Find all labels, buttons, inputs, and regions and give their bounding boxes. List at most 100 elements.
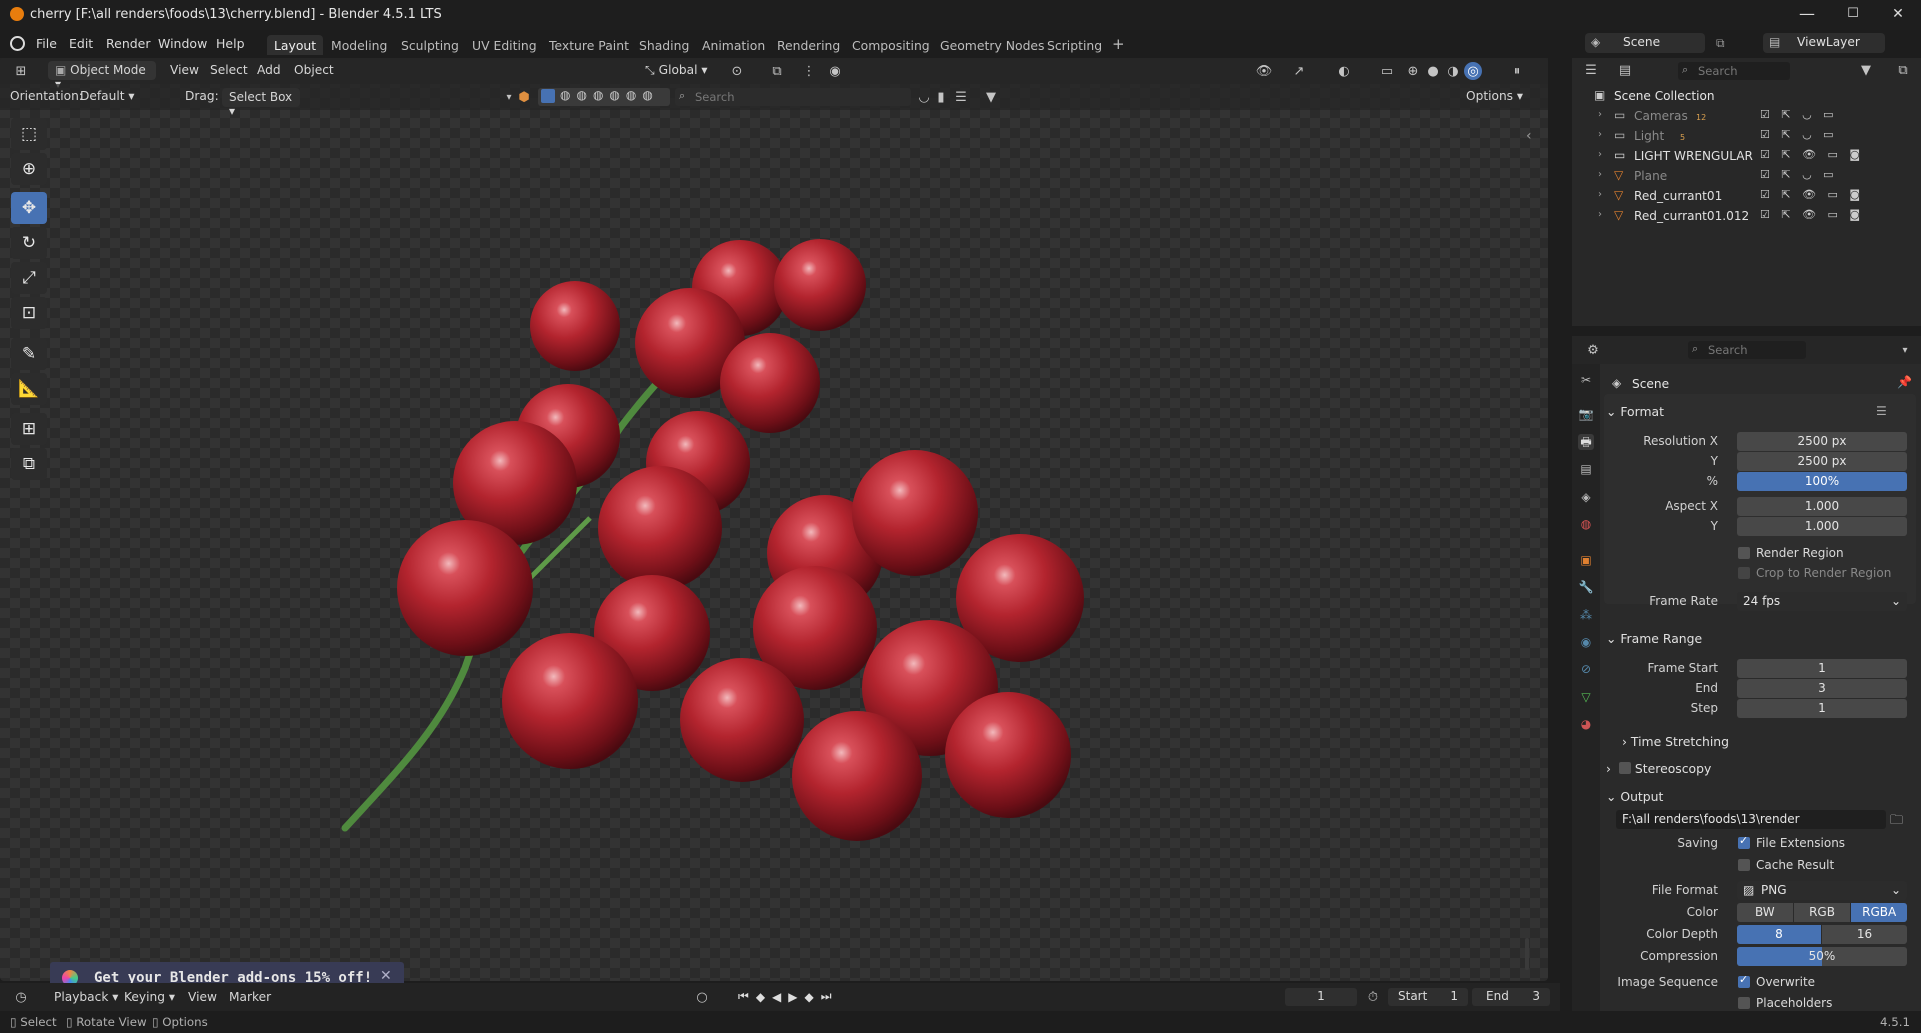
data-tab-icon[interactable]: ▽ bbox=[1578, 689, 1594, 705]
output-tab-icon[interactable]: 🖶 bbox=[1578, 434, 1594, 450]
stereoscopy-checkbox[interactable] bbox=[1618, 762, 1631, 774]
modifier-tab-icon[interactable]: 🔧 bbox=[1578, 579, 1594, 595]
frame-rate-dropdown[interactable]: 24 fps ⌄ bbox=[1737, 592, 1907, 611]
placeholders-checkbox[interactable] bbox=[1738, 997, 1750, 1009]
start-frame-field[interactable]: Start 1 bbox=[1388, 988, 1468, 1006]
compression-slider[interactable]: 50% bbox=[1737, 947, 1907, 966]
maximize-icon[interactable]: ☐ bbox=[1830, 6, 1876, 21]
add-workspace-button[interactable]: + bbox=[1105, 32, 1132, 53]
overwrite-checkbox[interactable] bbox=[1738, 973, 1750, 988]
pin-icon[interactable]: 📌 bbox=[1897, 375, 1912, 389]
jump-end-icon[interactable]: ⏭ bbox=[821, 989, 832, 1004]
menu-timeline-view[interactable]: View bbox=[188, 990, 217, 1004]
output-path-field[interactable]: F:\all renders\foods\13\render bbox=[1616, 810, 1886, 829]
row-toggle-icons[interactable]: ☑ ⇱ ◡ ▭ bbox=[1760, 168, 1838, 181]
object-tab-icon[interactable]: ▣ bbox=[1578, 552, 1594, 568]
tab-sculpting[interactable]: Sculpting bbox=[394, 35, 466, 55]
pause-render-icon[interactable]: ⏸ bbox=[1508, 62, 1526, 80]
select-box-tool[interactable]: ⬚ bbox=[11, 118, 47, 150]
menu-add[interactable]: Add bbox=[257, 63, 281, 77]
expand-arrow-icon[interactable]: › bbox=[1598, 109, 1602, 120]
snap-target-icon[interactable]: ⋮ bbox=[800, 62, 818, 80]
properties-options-icon[interactable]: ▾ bbox=[1896, 341, 1914, 359]
frame-step-field[interactable]: 1 bbox=[1737, 699, 1907, 718]
asset-icon[interactable]: ⬢ bbox=[515, 88, 533, 106]
row-toggle-icons[interactable]: ☑ ⇱ ◡ ▭ bbox=[1760, 108, 1838, 121]
new-collection-icon[interactable]: ⧉ bbox=[1894, 61, 1912, 79]
view-layer-selector[interactable]: ▤ ViewLayer bbox=[1763, 33, 1885, 53]
file-format-dropdown[interactable]: ▨ PNG ⌄ bbox=[1737, 881, 1907, 900]
outliner-search[interactable]: ⌕ Search bbox=[1678, 62, 1790, 80]
measure-tool[interactable]: 📐 bbox=[11, 373, 47, 405]
next-keyframe-icon[interactable]: ◆ bbox=[805, 990, 814, 1004]
frame-start-field[interactable]: 1 bbox=[1737, 659, 1907, 678]
filter-icon[interactable]: ▼ bbox=[982, 88, 1000, 106]
frame-end-field[interactable]: 3 bbox=[1737, 679, 1907, 698]
outliner-row[interactable]: › ▽ Red_currant01 ☑ ⇱ 👁 ▭ ◙ bbox=[1572, 186, 1921, 206]
bookmark-icon[interactable]: ▮ bbox=[932, 88, 950, 106]
resolution-y-field[interactable]: 2500 px bbox=[1737, 452, 1907, 471]
folder-icon[interactable]: 🗀 bbox=[1890, 811, 1903, 833]
gizmo-icon[interactable]: ↗ bbox=[1290, 62, 1308, 80]
outliner-row[interactable]: › ▭ LIGHT WRENGULAR ☑ ⇱ 👁 ▭ ◙ bbox=[1572, 146, 1921, 166]
preview-range-icon[interactable]: ⏱ bbox=[1364, 988, 1382, 1006]
end-frame-field[interactable]: End 3 bbox=[1472, 988, 1550, 1006]
rotate-tool[interactable]: ↻ bbox=[11, 227, 47, 259]
expand-arrow-icon[interactable]: › bbox=[1598, 149, 1602, 160]
aspect-x-field[interactable]: 1.000 bbox=[1737, 497, 1907, 516]
jump-start-icon[interactable]: ⏮ bbox=[738, 989, 749, 1004]
overlay-icon[interactable]: ◐ bbox=[1335, 62, 1353, 80]
viewport-scrollbar[interactable] bbox=[1525, 938, 1529, 970]
world-tab-icon[interactable]: ◍ bbox=[1578, 516, 1594, 532]
visibility-icon[interactable]: 👁 bbox=[1255, 62, 1273, 80]
material-shading-icon[interactable]: ◑ bbox=[1444, 62, 1462, 80]
play-icon[interactable]: ▶ bbox=[788, 990, 797, 1004]
file-extensions-checkbox[interactable] bbox=[1738, 834, 1750, 849]
auto-keying-icon[interactable]: ○ bbox=[693, 988, 711, 1006]
frame-range-header[interactable]: ⌄ Frame Range bbox=[1606, 631, 1702, 646]
cache-result-checkbox[interactable] bbox=[1738, 859, 1750, 871]
menu-marker[interactable]: Marker bbox=[229, 990, 271, 1004]
view-layer-tab-icon[interactable]: ▤ bbox=[1578, 461, 1594, 477]
3d-viewport[interactable]: ⊞ ▣ Object Mode ▾ View Select Add Object… bbox=[0, 58, 1548, 994]
color-rgba-button[interactable]: RGBA bbox=[1851, 903, 1907, 922]
header-collapse-icon[interactable]: ‹ bbox=[1526, 128, 1532, 144]
outliner-row[interactable]: › ▭ Cameras 12 ☑ ⇱ ◡ ▭ bbox=[1572, 106, 1921, 126]
menu-window[interactable]: Window bbox=[158, 36, 207, 51]
tab-scripting[interactable]: Scripting bbox=[1040, 35, 1109, 55]
constraints-tab-icon[interactable]: ⊘ bbox=[1578, 661, 1594, 677]
tab-geometry-nodes[interactable]: Geometry Nodes bbox=[933, 35, 1052, 55]
xray-icon[interactable]: ▭ bbox=[1378, 62, 1396, 80]
tab-texture-paint[interactable]: Texture Paint bbox=[542, 35, 636, 55]
expand-arrow-icon[interactable]: › bbox=[1598, 169, 1602, 180]
drag-dropdown[interactable]: Select Box ▾ bbox=[222, 88, 300, 118]
new-scene-icon[interactable]: ⧉ bbox=[1716, 36, 1725, 51]
presets-icon[interactable]: ☰ bbox=[1876, 404, 1887, 418]
resolution-percent-field[interactable]: 100% bbox=[1737, 472, 1907, 491]
transform-tool[interactable]: ⊡ bbox=[11, 297, 47, 329]
orientation-dropdown[interactable]: Default ▾ bbox=[80, 89, 175, 103]
snap-icon[interactable]: ⧉ bbox=[768, 62, 786, 80]
clear-search-icon[interactable]: ◡ bbox=[915, 88, 933, 106]
scene-tab-icon[interactable]: ◈ bbox=[1578, 489, 1594, 505]
blender-menu-icon[interactable] bbox=[10, 36, 25, 51]
expand-arrow-icon[interactable]: › bbox=[1598, 209, 1602, 220]
outliner-row[interactable]: › ▭ Light 5 ☑ ⇱ ◡ ▭ bbox=[1572, 126, 1921, 146]
physics-tab-icon[interactable]: ◉ bbox=[1578, 634, 1594, 650]
resolution-x-field[interactable]: 2500 px bbox=[1737, 432, 1907, 451]
expand-arrow-icon[interactable]: › bbox=[1598, 129, 1602, 140]
row-toggle-icons[interactable]: ☑ ⇱ 👁 ▭ ◙ bbox=[1760, 148, 1864, 161]
crop-region-checkbox[interactable] bbox=[1738, 567, 1750, 579]
outliner-row[interactable]: › ▽ Plane ☑ ⇱ ◡ ▭ bbox=[1572, 166, 1921, 186]
promo-close-icon[interactable]: ✕ bbox=[380, 968, 392, 984]
rendered-shading-icon[interactable]: ◎ bbox=[1464, 62, 1482, 80]
add-primitive-tool[interactable]: ⧉ bbox=[11, 448, 47, 480]
properties-search[interactable]: ⌕ Search bbox=[1688, 341, 1806, 359]
render-region-checkbox[interactable] bbox=[1738, 547, 1750, 559]
tab-modeling[interactable]: Modeling bbox=[324, 35, 394, 55]
proportional-edit-icon[interactable]: ◉ bbox=[826, 62, 844, 80]
aspect-y-field[interactable]: 1.000 bbox=[1737, 517, 1907, 536]
render-tab-icon[interactable]: 📷 bbox=[1578, 406, 1594, 422]
currant-bunch-render[interactable] bbox=[320, 208, 1140, 848]
stereoscopy-header[interactable]: › Stereoscopy bbox=[1606, 761, 1711, 776]
